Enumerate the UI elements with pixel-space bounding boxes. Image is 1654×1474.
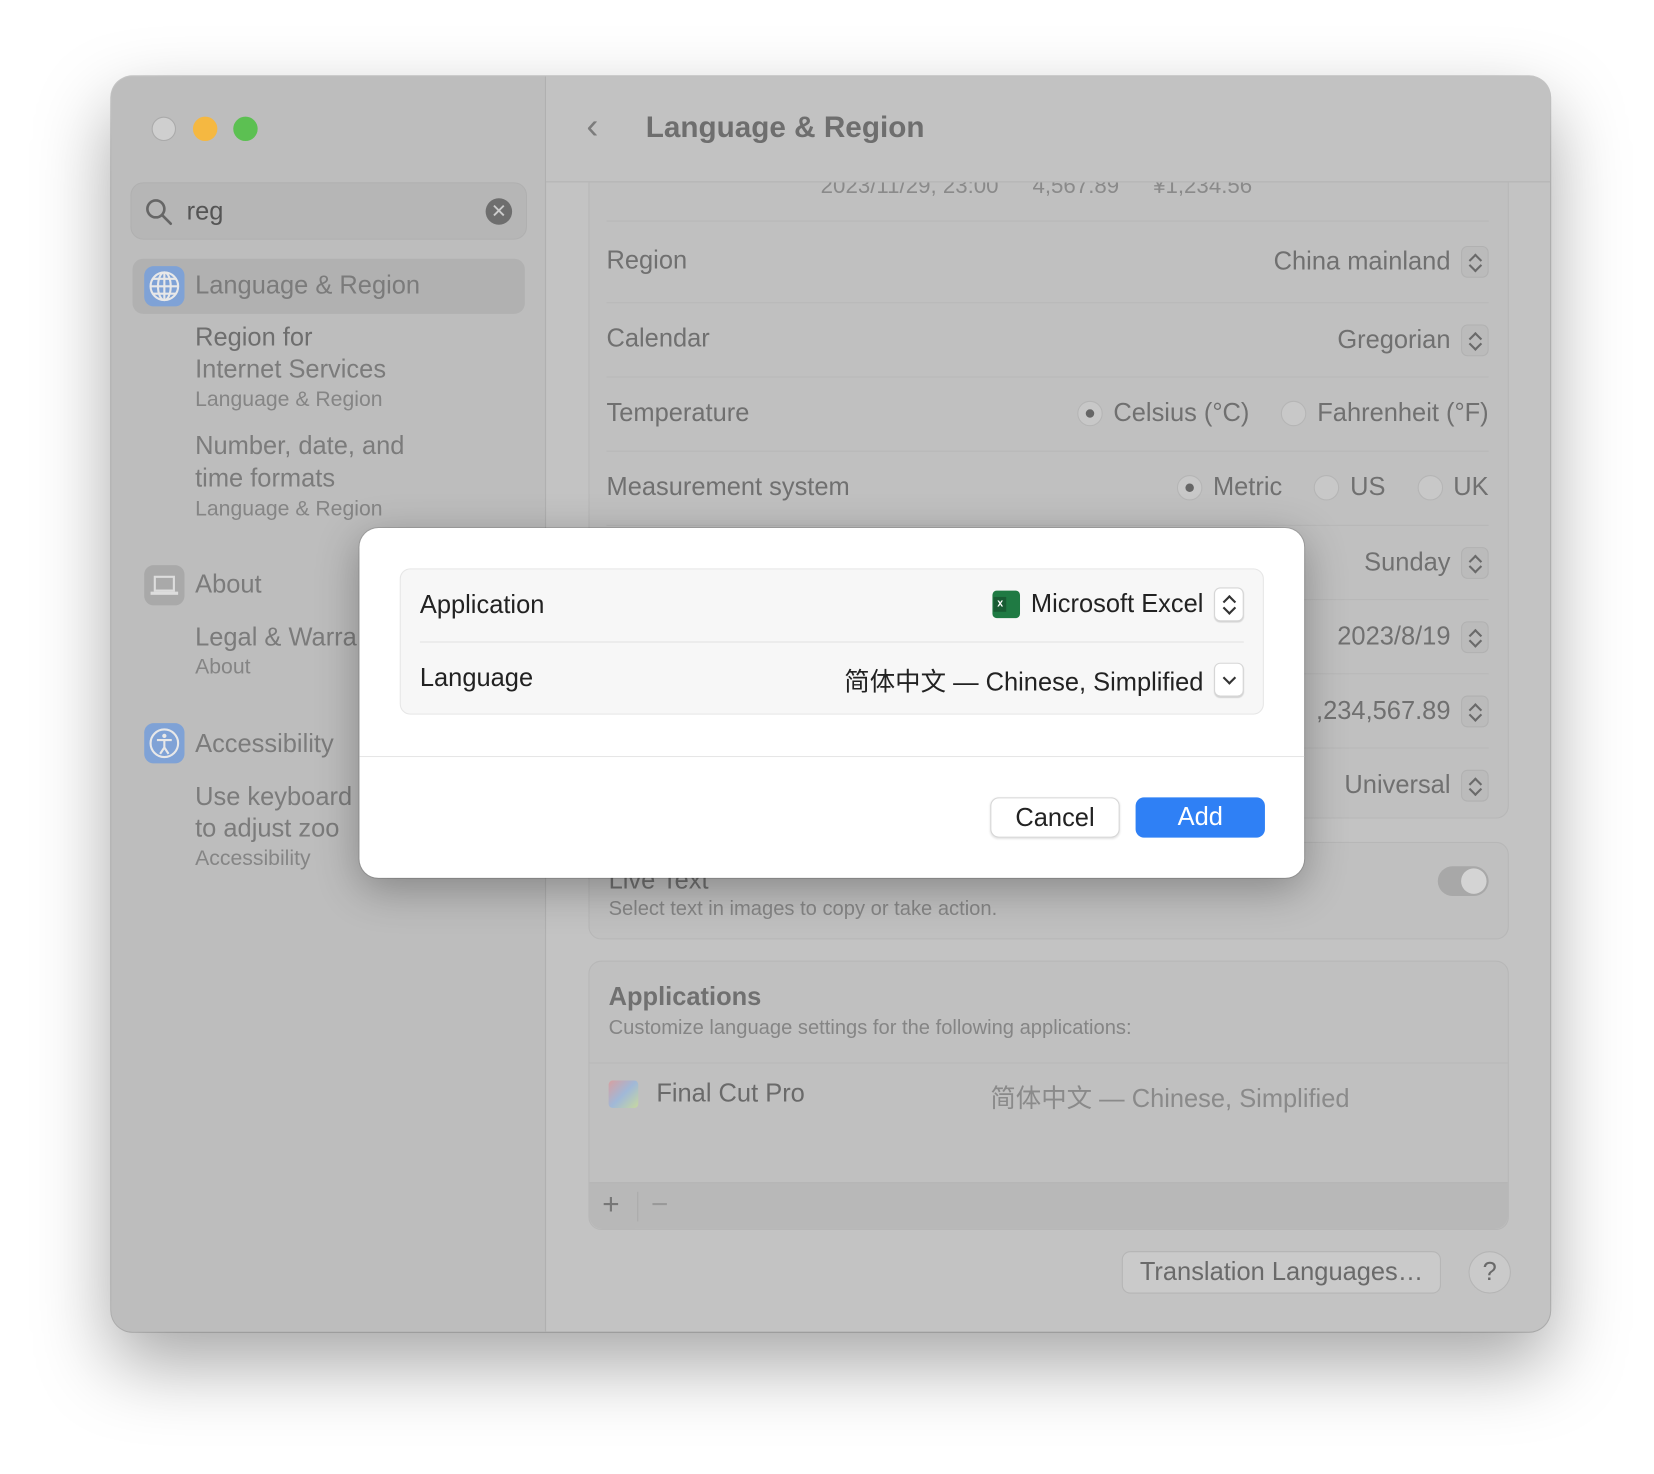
- final-cut-pro-icon: [608, 1080, 639, 1109]
- stepper-icon: [1461, 245, 1489, 278]
- search-icon: [146, 199, 173, 226]
- sidebar-item-subtitle: Accessibility: [195, 847, 311, 871]
- calendar-value: Gregorian: [1337, 325, 1451, 355]
- sidebar-item-subtitle: Language & Region: [195, 497, 383, 521]
- metric-label: Metric: [1212, 472, 1283, 502]
- applications-title: Applications: [608, 982, 762, 1012]
- language-value: 简体中文 — Chinese, Simplified: [844, 667, 1204, 697]
- application-label: Application: [419, 590, 545, 620]
- sidebar-item-label: to adjust zoo: [195, 814, 340, 843]
- fahrenheit-radio[interactable]: [1281, 400, 1307, 427]
- uk-label: UK: [1453, 472, 1489, 502]
- dialog-form: Application x Microsoft Excel Language 简…: [399, 568, 1264, 716]
- region-select[interactable]: China mainland: [1273, 245, 1489, 278]
- applications-card: Applications Customize language settings…: [588, 960, 1509, 1230]
- date-format-select[interactable]: 2023/8/19: [1337, 621, 1489, 654]
- list-sort-select[interactable]: Universal: [1344, 769, 1489, 802]
- language-select[interactable]: 简体中文 — Chinese, Simplified: [844, 661, 1244, 698]
- stepper-icon: [1461, 769, 1489, 802]
- search-field[interactable]: reg ✕: [130, 182, 527, 240]
- region-row: Region China mainland: [606, 225, 1489, 304]
- stepper-icon: [1461, 547, 1489, 579]
- zoom-button[interactable]: [233, 116, 258, 142]
- add-application-dialog: Application x Microsoft Excel Language 简…: [359, 528, 1305, 878]
- sidebar-item-label: Accessibility: [195, 729, 334, 759]
- cancel-button[interactable]: Cancel: [990, 797, 1120, 838]
- sidebar-item-label: Number, date, and: [195, 431, 405, 461]
- temperature-label: Temperature: [606, 398, 750, 428]
- sidebar-item-label: time formats: [195, 464, 336, 494]
- close-button[interactable]: [151, 116, 177, 142]
- app-list-item[interactable]: Final Cut Pro 简体中文 — Chinese, Simplified: [590, 1063, 1508, 1184]
- number-format-select[interactable]: ,234,567.89: [1316, 695, 1489, 728]
- chevron-down-icon: [1214, 662, 1244, 697]
- sidebar-item-label: About: [195, 570, 262, 600]
- chevron-left-icon[interactable]: ‹: [586, 106, 598, 147]
- fahrenheit-label: Fahrenheit (°F): [1317, 398, 1489, 428]
- search-input[interactable]: reg: [187, 197, 224, 227]
- application-row: Application x Microsoft Excel: [419, 569, 1244, 643]
- uk-radio[interactable]: [1417, 475, 1443, 501]
- list-sort-value: Universal: [1344, 770, 1451, 800]
- language-label: Language: [419, 663, 534, 693]
- sidebar-item-label: Internet Services: [195, 355, 387, 384]
- translation-languages-button[interactable]: Translation Languages…: [1121, 1251, 1442, 1294]
- temperature-row: Temperature Celsius (°C) Fahrenheit (°F): [606, 377, 1489, 452]
- metric-radio[interactable]: [1176, 475, 1203, 501]
- header: ‹ Language & Region: [546, 76, 1551, 183]
- sidebar-item-subtitle: About: [195, 655, 251, 679]
- applications-description: Customize language settings for the foll…: [608, 1016, 1132, 1040]
- application-value: Microsoft Excel: [1030, 589, 1204, 619]
- date-format-value: 2023/8/19: [1337, 622, 1451, 652]
- sidebar-item-label: Language & Region: [195, 271, 421, 301]
- excel-icon: x: [992, 590, 1021, 619]
- calendar-row: Calendar Gregorian: [606, 303, 1489, 378]
- first-day-value: Sunday: [1364, 548, 1451, 577]
- add-app-button[interactable]: +: [602, 1188, 619, 1222]
- first-day-select[interactable]: Sunday: [1364, 547, 1489, 579]
- celsius-radio[interactable]: [1077, 400, 1103, 427]
- app-language: 简体中文 — Chinese, Simplified: [990, 1084, 1350, 1114]
- stepper-icon: [1461, 621, 1489, 654]
- celsius-label: Celsius (°C): [1113, 398, 1250, 428]
- stepper-icon: [1214, 587, 1244, 622]
- globe-icon: [144, 266, 185, 307]
- stepper-icon: [1461, 324, 1489, 357]
- language-row: Language 简体中文 — Chinese, Simplified: [420, 643, 1244, 716]
- laptop-icon: [144, 565, 185, 606]
- region-value: China mainland: [1273, 247, 1451, 276]
- measurement-label: Measurement system: [606, 472, 850, 502]
- remove-app-button[interactable]: −: [651, 1188, 668, 1222]
- page-title: Language & Region: [645, 110, 925, 144]
- clear-icon[interactable]: ✕: [485, 198, 513, 225]
- measurement-row: Measurement system Metric US UK: [606, 452, 1489, 526]
- live-text-description: Select text in images to copy or take ac…: [608, 898, 998, 921]
- number-format-value: ,234,567.89: [1316, 696, 1451, 726]
- live-text-toggle[interactable]: [1437, 866, 1489, 896]
- region-label: Region: [606, 245, 688, 275]
- stepper-icon: [1461, 695, 1489, 728]
- sidebar-item-label: Legal & Warra: [195, 623, 357, 653]
- app-name: Final Cut Pro: [656, 1079, 805, 1109]
- us-label: US: [1350, 472, 1386, 502]
- application-select[interactable]: x Microsoft Excel: [992, 587, 1244, 622]
- sidebar-item-language-region[interactable]: Language & Region: [132, 258, 525, 314]
- help-button[interactable]: ?: [1468, 1251, 1511, 1294]
- sidebar-item-subtitle: Language & Region: [195, 388, 383, 412]
- add-button[interactable]: Add: [1135, 797, 1265, 838]
- sidebar-item-label: Use keyboard: [195, 782, 353, 812]
- accessibility-icon: [144, 723, 185, 764]
- us-radio[interactable]: [1314, 475, 1340, 501]
- calendar-label: Calendar: [606, 324, 710, 354]
- sidebar-item-label: Region for: [195, 323, 313, 353]
- minimize-button[interactable]: [192, 116, 218, 142]
- calendar-select[interactable]: Gregorian: [1337, 324, 1489, 357]
